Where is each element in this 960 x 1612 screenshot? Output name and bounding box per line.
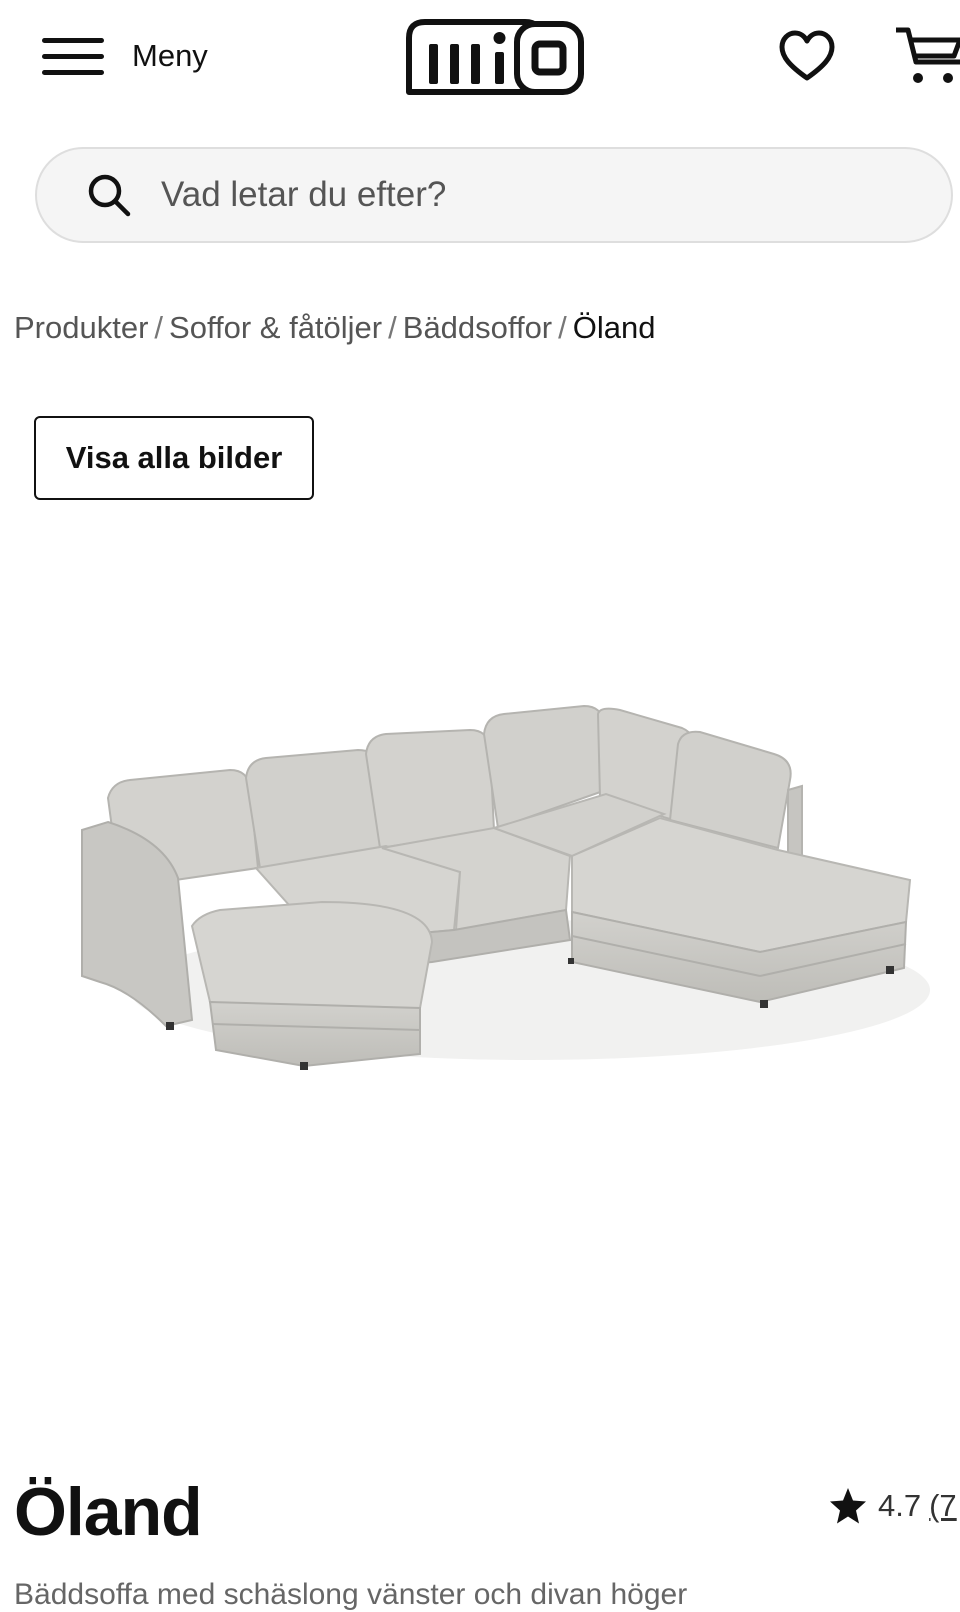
site-header: Meny: [0, 0, 960, 120]
cart-icon[interactable]: [896, 22, 960, 88]
product-title: Öland: [14, 1474, 203, 1550]
breadcrumb-produkter[interactable]: Produkter: [14, 310, 148, 345]
search-input[interactable]: [159, 174, 883, 216]
product-subtitle: Bäddsoffa med schäslong vänster och diva…: [14, 1578, 688, 1611]
breadcrumb-separator: /: [388, 310, 397, 345]
star-icon: [830, 1488, 866, 1524]
heart-icon[interactable]: [778, 28, 836, 86]
review-count-link[interactable]: (7: [929, 1488, 957, 1524]
search-icon: [88, 174, 131, 217]
hamburger-icon: [40, 31, 106, 81]
breadcrumb-separator: /: [154, 310, 164, 345]
product-rating[interactable]: 4.7 (7: [828, 1486, 957, 1526]
rating-value: 4.7: [878, 1488, 922, 1523]
show-all-images-button[interactable]: Visa alla bilder: [34, 416, 314, 500]
breadcrumb-baddsoffor[interactable]: Bäddsoffor: [403, 310, 552, 345]
breadcrumb-separator: /: [558, 310, 567, 345]
breadcrumb-current: Öland: [572, 310, 656, 345]
search-bar[interactable]: [35, 147, 953, 243]
menu-label: Meny: [132, 38, 208, 73]
breadcrumb: Produkter / Soffor & fåtöljer / Bäddsoffor / Ö…: [14, 310, 656, 346]
menu-button[interactable]: Meny: [40, 26, 208, 86]
mio-logo[interactable]: [405, 16, 585, 98]
product-image[interactable]: [60, 690, 940, 1110]
breadcrumb-soffor-fatoljer[interactable]: Soffor & fåtöljer: [169, 310, 382, 345]
